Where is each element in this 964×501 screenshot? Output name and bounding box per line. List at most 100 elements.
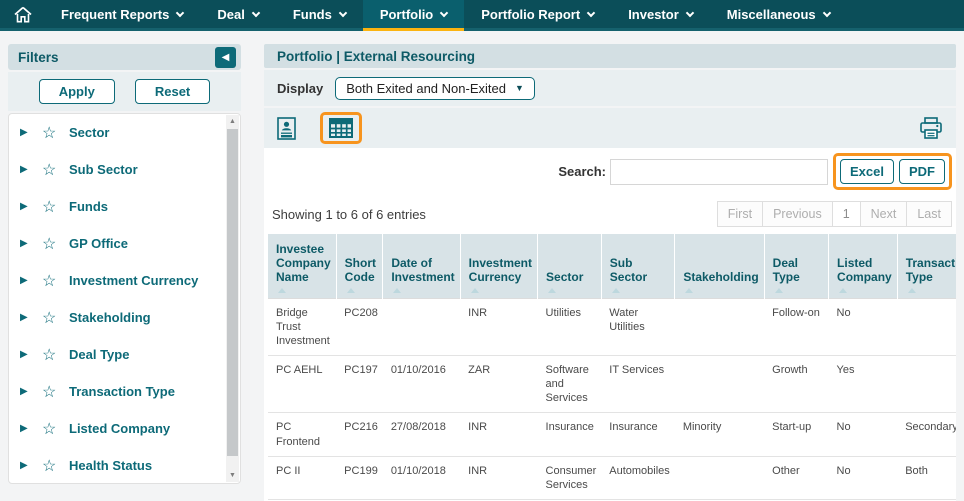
page-title: Portfolio | External Resourcing: [277, 49, 475, 64]
table-row[interactable]: PC IIPC19901/10/2018INRConsumer Services…: [268, 456, 956, 499]
pagination-previous[interactable]: Previous: [762, 201, 833, 227]
table-view-highlight: [320, 112, 362, 144]
chevron-down-icon: [587, 8, 595, 16]
table-cell: No: [829, 456, 898, 499]
expand-icon[interactable]: ▶: [20, 460, 42, 471]
column-header-label: Transaction Type: [906, 256, 956, 284]
pagination-next[interactable]: Next: [860, 201, 908, 227]
table-cell: Insurance: [601, 413, 675, 456]
collapse-icon: ◀: [222, 52, 230, 63]
print-icon: [919, 117, 943, 139]
nav-item-investor[interactable]: Investor: [611, 0, 710, 31]
table-view-icon: [329, 118, 353, 138]
favorite-icon[interactable]: ☆: [42, 345, 69, 365]
column-header-sub-sector[interactable]: Sub Sector: [601, 234, 675, 299]
nav-item-label: Miscellaneous: [727, 7, 816, 22]
expand-icon[interactable]: ▶: [20, 164, 42, 175]
filter-item-label: GP Office: [69, 236, 128, 251]
column-header-sector[interactable]: Sector: [538, 234, 602, 299]
favorite-icon[interactable]: ☆: [42, 234, 69, 254]
expand-icon[interactable]: ▶: [20, 386, 42, 397]
pagination-first[interactable]: First: [717, 201, 763, 227]
favorite-icon[interactable]: ☆: [42, 308, 69, 328]
search-input[interactable]: [610, 159, 828, 185]
sidebar-item-listed-company[interactable]: ▶☆Listed Company: [9, 410, 224, 447]
table-cell: Consumer Services: [538, 456, 602, 499]
nav-item-deal[interactable]: Deal: [200, 0, 275, 31]
column-header-stakeholding[interactable]: Stakeholding: [675, 234, 764, 299]
sidebar-item-gp-office[interactable]: ▶☆GP Office: [9, 225, 224, 262]
table-row[interactable]: PC FrontendPC21627/08/2018INRInsuranceIn…: [268, 413, 956, 456]
column-header-listed-company[interactable]: Listed Company: [829, 234, 898, 299]
pdf-export-button[interactable]: PDF: [899, 159, 945, 184]
display-dropdown-value: Both Exited and Non-Exited: [346, 81, 506, 96]
display-dropdown[interactable]: Both Exited and Non-Exited ▼: [335, 77, 535, 100]
column-header-investee-company-name[interactable]: Investee Company Name: [268, 234, 336, 299]
table-cell: PC216: [336, 413, 383, 456]
table-view-button[interactable]: [329, 118, 353, 138]
column-header-deal-type[interactable]: Deal Type: [764, 234, 828, 299]
favorite-icon[interactable]: ☆: [42, 123, 69, 143]
sidebar-item-investment-currency[interactable]: ▶☆Investment Currency: [9, 262, 224, 299]
favorite-icon[interactable]: ☆: [42, 382, 69, 402]
reset-button[interactable]: Reset: [135, 79, 210, 104]
pagination-1[interactable]: 1: [832, 201, 861, 227]
sidebar-item-funds[interactable]: ▶☆Funds: [9, 188, 224, 225]
home-button[interactable]: [0, 0, 44, 31]
column-header-label: Listed Company: [837, 256, 892, 284]
excel-export-button[interactable]: Excel: [840, 159, 894, 184]
nav-item-frequent-reports[interactable]: Frequent Reports: [44, 0, 200, 31]
expand-icon[interactable]: ▶: [20, 275, 42, 286]
nav-item-label: Investor: [628, 7, 679, 22]
expand-icon[interactable]: ▶: [20, 312, 42, 323]
expand-icon[interactable]: ▶: [20, 423, 42, 434]
nav-item-portfolio-report[interactable]: Portfolio Report: [464, 0, 611, 31]
favorite-icon[interactable]: ☆: [42, 160, 69, 180]
table-cell: IT Services: [601, 356, 675, 413]
nav-item-label: Portfolio: [380, 7, 433, 22]
expand-icon[interactable]: ▶: [20, 349, 42, 360]
scroll-up-icon[interactable]: ▲: [226, 115, 239, 128]
pagination-last[interactable]: Last: [906, 201, 952, 227]
apply-button[interactable]: Apply: [39, 79, 115, 104]
favorite-icon[interactable]: ☆: [42, 419, 69, 439]
scrollbar-thumb[interactable]: [227, 129, 238, 456]
favorite-icon[interactable]: ☆: [42, 197, 69, 217]
column-header-investment-currency[interactable]: Investment Currency: [460, 234, 537, 299]
sidebar-item-health-status[interactable]: ▶☆Health Status: [9, 447, 224, 484]
column-header-date-of-investment[interactable]: Date of Investment: [383, 234, 460, 299]
print-button[interactable]: [919, 117, 943, 139]
filter-item-label: Deal Type: [69, 347, 129, 362]
expand-icon[interactable]: ▶: [20, 238, 42, 249]
sidebar-collapse-button[interactable]: ◀: [215, 47, 236, 68]
expand-icon[interactable]: ▶: [20, 127, 42, 138]
table-cell: No: [829, 413, 898, 456]
nav-item-portfolio[interactable]: Portfolio: [363, 0, 464, 31]
sidebar-item-sector[interactable]: ▶☆Sector: [9, 114, 224, 151]
nav-item-funds[interactable]: Funds: [276, 0, 363, 31]
profile-view-button[interactable]: [277, 117, 296, 140]
table-cell: PC Frontend: [268, 413, 336, 456]
expand-icon[interactable]: ▶: [20, 201, 42, 212]
scroll-down-icon[interactable]: ▼: [226, 469, 239, 482]
sort-icon: [908, 288, 916, 293]
sidebar-item-transaction-type[interactable]: ▶☆Transaction Type: [9, 373, 224, 410]
favorite-icon[interactable]: ☆: [42, 456, 69, 476]
table-cell: Minority: [675, 413, 764, 456]
column-header-transaction-type[interactable]: Transaction Type: [897, 234, 956, 299]
table-row[interactable]: PC AEHLPC19701/10/2016ZARSoftware and Se…: [268, 356, 956, 413]
column-header-label: Deal Type: [773, 256, 800, 284]
table-header-row: Investee Company NameShort CodeDate of I…: [268, 234, 956, 299]
home-icon: [14, 6, 32, 23]
sidebar-item-sub-sector[interactable]: ▶☆Sub Sector: [9, 151, 224, 188]
sidebar-item-deal-type[interactable]: ▶☆Deal Type: [9, 336, 224, 373]
sort-icon: [685, 288, 693, 293]
nav-item-label: Funds: [293, 7, 332, 22]
favorite-icon[interactable]: ☆: [42, 271, 69, 291]
table-row[interactable]: Bridge Trust InvestmentPC208INRUtilities…: [268, 299, 956, 356]
nav-item-miscellaneous[interactable]: Miscellaneous: [710, 0, 847, 31]
table-cell: PC208: [336, 299, 383, 356]
filter-list-scrollbar[interactable]: ▲ ▼: [226, 115, 239, 482]
sidebar-item-stakeholding[interactable]: ▶☆Stakeholding: [9, 299, 224, 336]
column-header-short-code[interactable]: Short Code: [336, 234, 383, 299]
